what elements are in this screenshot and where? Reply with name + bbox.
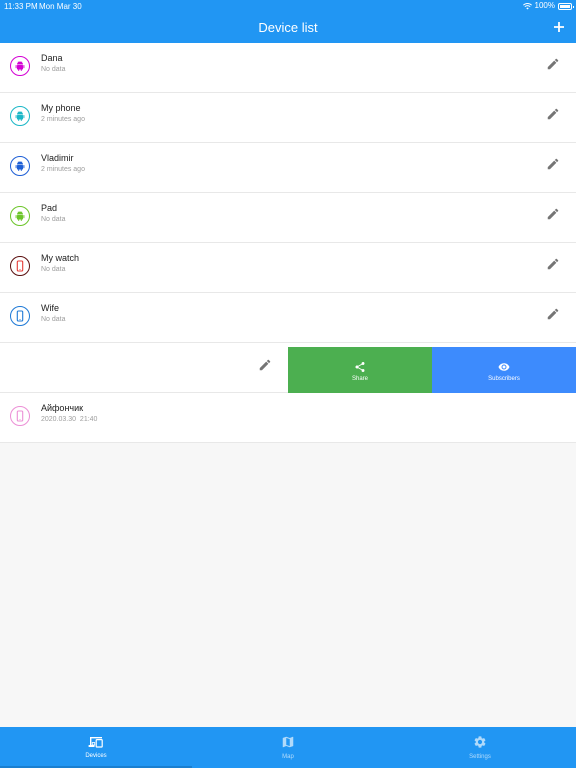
battery-icon — [558, 2, 574, 10]
phone-icon — [16, 260, 24, 272]
device-row[interactable]: Pad No data — [0, 193, 576, 243]
device-name: Wife — [41, 303, 59, 313]
device-avatar — [10, 256, 30, 276]
device-status: No data — [41, 316, 66, 323]
swiped-device-row[interactable]: Share Subscribers — [0, 343, 576, 396]
edit-icon[interactable] — [546, 107, 560, 121]
android-icon — [15, 211, 25, 221]
status-date: Mon Mar 30 — [39, 2, 82, 11]
android-icon — [15, 161, 25, 171]
device-status: No data — [41, 66, 66, 73]
device-avatar — [10, 306, 30, 326]
edit-icon[interactable] — [546, 257, 560, 271]
page-title: Device list — [258, 20, 318, 35]
edit-icon[interactable] — [546, 57, 560, 71]
device-status: 2020.03.30 21:40 — [41, 416, 98, 423]
gear-icon — [474, 736, 486, 748]
nav-map-label: Map — [282, 754, 294, 760]
device-row[interactable]: Wife No data — [0, 293, 576, 343]
status-time: 11:33 PM — [4, 2, 38, 11]
eye-icon — [498, 363, 510, 371]
share-button[interactable]: Share — [288, 347, 432, 396]
device-avatar — [10, 106, 30, 126]
status-bar: 11:33 PM Mon Mar 30 100% — [0, 2, 576, 14]
subscribers-button[interactable]: Subscribers — [432, 347, 576, 396]
share-icon — [355, 362, 365, 372]
edit-icon[interactable] — [546, 207, 560, 221]
nav-settings-label: Settings — [469, 754, 491, 760]
device-name: Dana — [41, 53, 63, 63]
phone-icon — [16, 410, 24, 422]
device-avatar — [10, 156, 30, 176]
device-name: Айфончик — [41, 403, 84, 413]
devices-icon — [88, 737, 103, 748]
device-status: No data — [41, 216, 66, 223]
device-name: Vladimir — [41, 153, 74, 163]
device-row[interactable]: Айфончик 2020.03.30 21:40 — [0, 393, 576, 443]
nav-map[interactable]: Map — [192, 727, 384, 768]
device-avatar — [10, 206, 30, 226]
edit-icon[interactable] — [546, 157, 560, 171]
edit-icon[interactable] — [546, 307, 560, 321]
battery-percent: 100% — [534, 1, 555, 10]
device-list: Dana No data My phone 2 minutes ago Vlad… — [0, 43, 576, 443]
nav-settings[interactable]: Settings — [384, 727, 576, 768]
device-avatar — [10, 406, 30, 426]
edit-icon[interactable] — [258, 358, 272, 372]
device-row[interactable]: My phone 2 minutes ago — [0, 93, 576, 143]
share-label: Share — [351, 376, 368, 382]
map-icon — [282, 736, 294, 748]
nav-devices[interactable]: Devices — [0, 727, 192, 768]
device-name: My phone — [41, 103, 81, 113]
status-right: 100% — [522, 1, 574, 10]
android-icon — [15, 111, 25, 121]
nav-devices-label: Devices — [85, 753, 107, 759]
android-icon — [15, 61, 25, 71]
wifi-icon — [522, 2, 532, 9]
device-row[interactable]: Dana No data — [0, 43, 576, 93]
subscribers-label: Subscribers — [488, 376, 520, 382]
phone-icon — [16, 310, 24, 322]
device-name: Pad — [41, 203, 58, 213]
device-row[interactable]: Vladimir 2 minutes ago — [0, 143, 576, 193]
device-row[interactable]: My watch No data — [0, 243, 576, 293]
device-status: 2 minutes ago — [41, 166, 85, 173]
add-device-button[interactable] — [550, 18, 568, 36]
device-name: My watch — [41, 253, 80, 263]
app-header: 11:33 PM Mon Mar 30 100% Device list — [0, 0, 576, 43]
device-status: No data — [41, 266, 66, 273]
bottom-navigation: Devices Map Settings — [0, 727, 576, 768]
device-status: 2 minutes ago — [41, 116, 85, 123]
device-avatar — [10, 56, 30, 76]
